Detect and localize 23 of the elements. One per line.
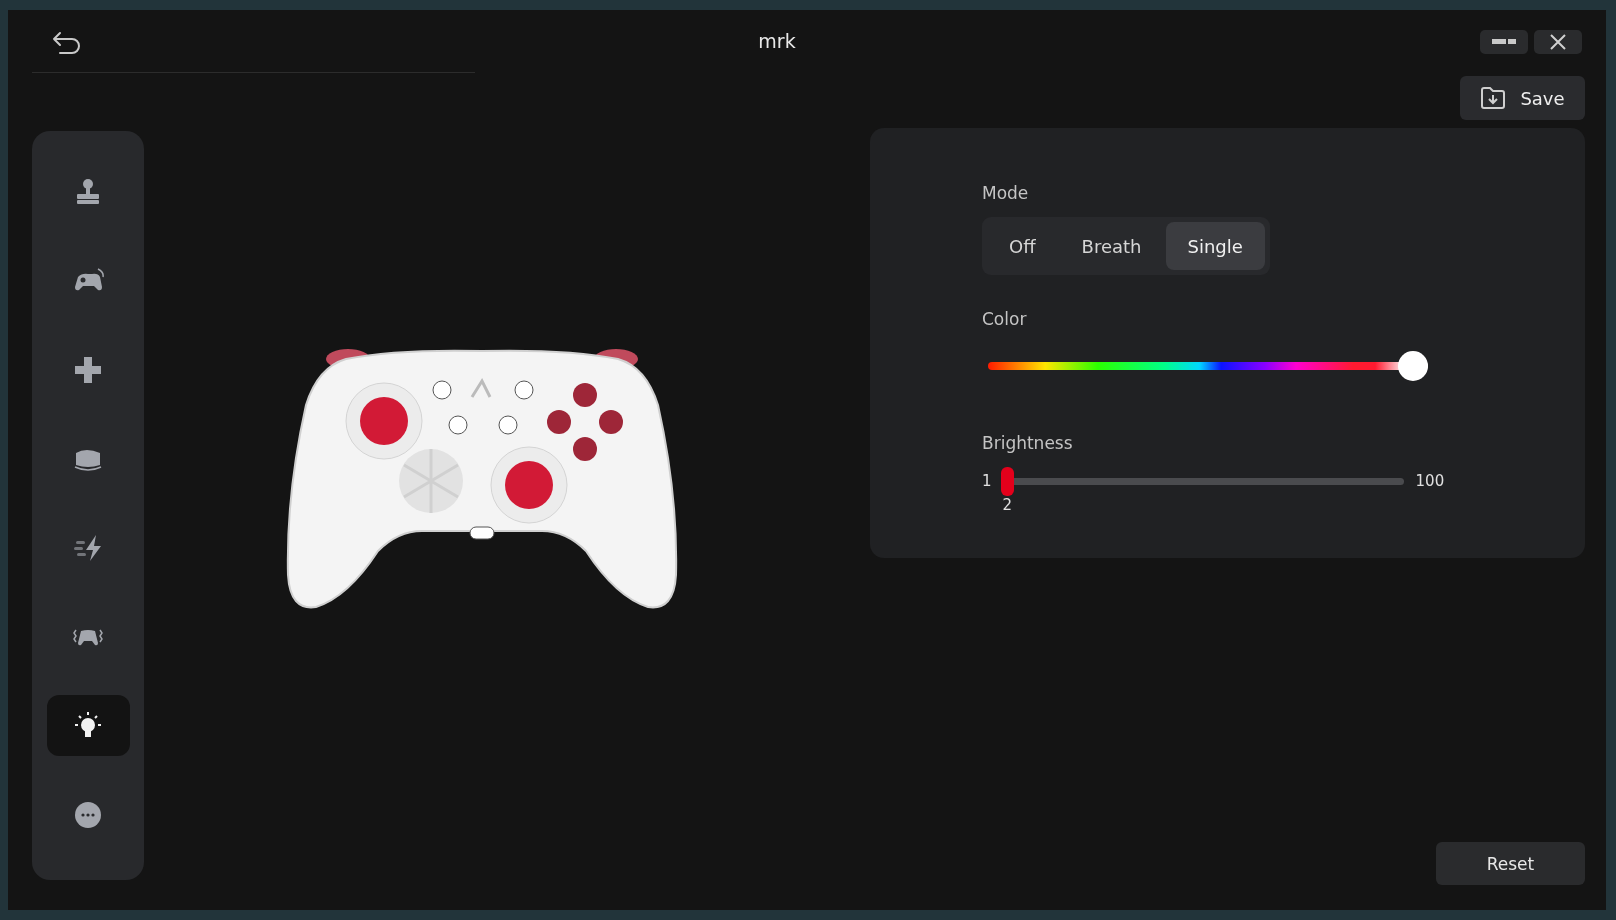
slider-thumb[interactable] [1397,351,1428,381]
slider-value: 2 [1002,496,1013,514]
folder-download-icon [1480,86,1507,110]
minimize-button[interactable] [1480,30,1528,54]
close-button[interactable] [1534,30,1582,54]
reset-button[interactable]: Reset [1436,842,1585,885]
mode-label: Mode [982,183,1030,203]
sidebar-item[interactable] [46,695,130,756]
mode-option[interactable]: Single [1165,222,1265,270]
minimize-icon [1492,39,1516,45]
color-label: Color [982,309,1028,329]
mode-option[interactable]: Off [987,222,1058,270]
save-button[interactable]: Save [1460,76,1585,120]
back-arrow-icon[interactable] [52,30,82,56]
slider-thumb[interactable] [1000,467,1014,496]
mode-option[interactable]: Breath [1059,222,1164,270]
min-value: 1 [982,472,992,490]
window-title: mrk [757,30,797,52]
brightness-label: Brightness [982,433,1074,453]
color-slider[interactable] [988,351,1428,381]
brightness-slider[interactable] [1003,467,1404,496]
max-value: 100 [1415,472,1445,490]
close-icon [1550,34,1566,50]
